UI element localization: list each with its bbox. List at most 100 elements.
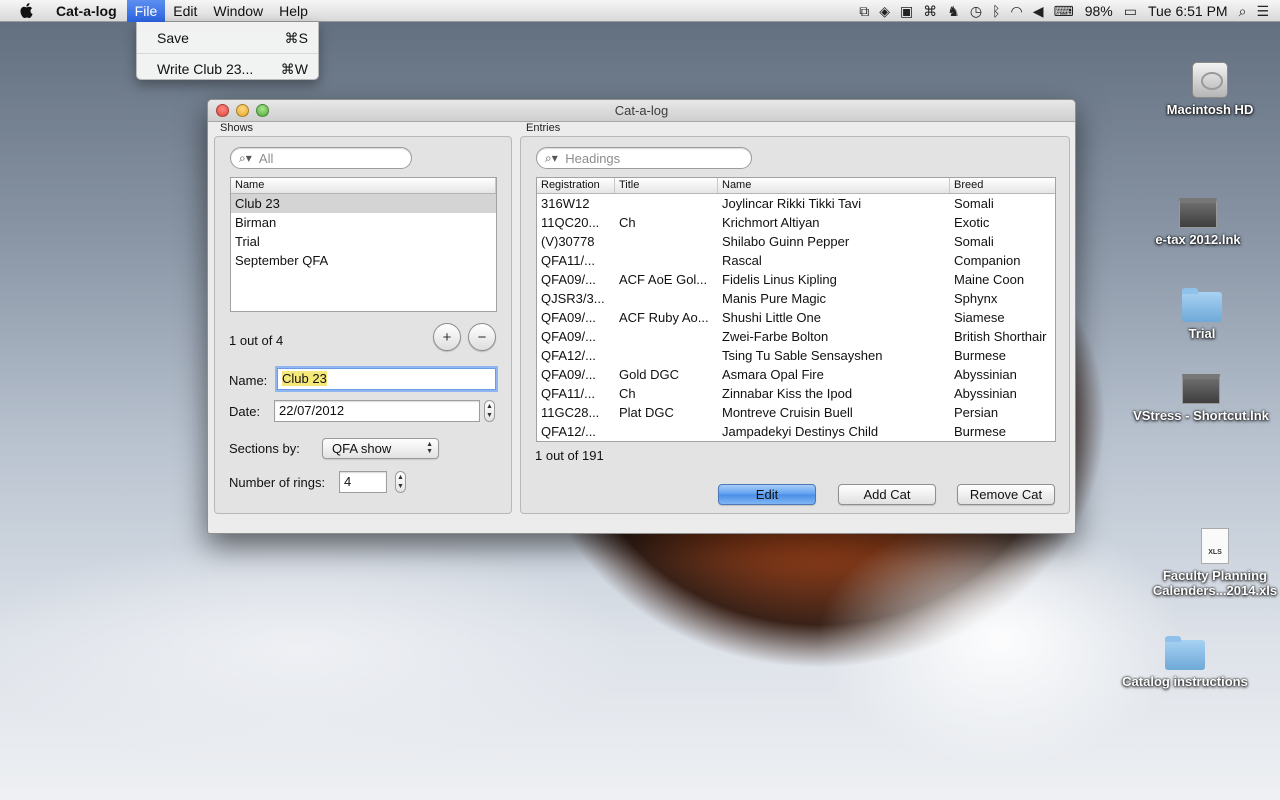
- desktop-icon-etax[interactable]: e-tax 2012.lnk: [1150, 198, 1246, 247]
- date-stepper[interactable]: ▲ ▼: [484, 400, 495, 422]
- breed-cell: Somali: [954, 234, 994, 249]
- title-cell: [615, 289, 718, 308]
- table-row[interactable]: QFA09/... Gold DGC Asmara Opal Fire Abyssin…: [537, 365, 1055, 384]
- screen-share-icon[interactable]: ⧉: [854, 0, 874, 22]
- title-cell: Gold DGC: [619, 367, 679, 382]
- evernote-icon[interactable]: ♞: [942, 0, 965, 22]
- time-machine-icon[interactable]: ◷: [965, 0, 987, 22]
- table-row[interactable]: September QFA: [231, 251, 496, 270]
- apple-menu-icon[interactable]: [12, 0, 42, 22]
- entries-search-field[interactable]: ⌕▾: [536, 147, 752, 169]
- breed-cell: Persian: [954, 405, 999, 420]
- registration-cell: QFA12/...: [541, 424, 596, 439]
- registration-cell: QFA09/...: [541, 367, 596, 382]
- breed-cell: Siamese: [954, 310, 1005, 325]
- rings-label: Number of rings:: [229, 475, 326, 490]
- minimize-window-icon[interactable]: [236, 104, 249, 117]
- entries-table[interactable]: Registration Title Name Breed 316W12 Joyl…: [536, 177, 1056, 442]
- table-row[interactable]: QFA12/... Tsing Tu Sable Sensayshen Burmes…: [537, 346, 1055, 365]
- desktop-icon-catalog-instructions[interactable]: Catalog instructions: [1118, 636, 1252, 689]
- cat-name-cell: Zwei-Farbe Bolton: [722, 329, 829, 344]
- desktop-icon-trial[interactable]: Trial: [1160, 288, 1244, 341]
- menu-item-label: Write Club 23...: [157, 61, 254, 77]
- folder-icon: [1165, 636, 1205, 670]
- entries-table-body: 316W12 Joylincar Rikki Tikki Tavi Somali 11…: [537, 194, 1055, 441]
- menu-item-write-club[interactable]: Write Club 23... ⌘W: [137, 56, 318, 82]
- command-icon[interactable]: ⌘: [918, 0, 942, 22]
- table-row[interactable]: QFA11/... Rascal Companion: [537, 251, 1055, 270]
- menu-edit[interactable]: Edit: [165, 0, 205, 22]
- table-row[interactable]: QFA12/... Jampadekyi Destinys Child Burmes…: [537, 422, 1055, 441]
- table-row[interactable]: QFA09/... ACF Ruby Ao... Shushi Little One…: [537, 308, 1055, 327]
- table-row[interactable]: QFA09/... ACF AoE Gol... Fidelis Linus Kip…: [537, 270, 1055, 289]
- shows-search-input[interactable]: [258, 150, 411, 166]
- briefcase-icon[interactable]: ▣: [895, 0, 918, 22]
- name-label: Name:: [229, 373, 268, 388]
- desktop-icon-macintosh-hd[interactable]: Macintosh HD: [1162, 62, 1258, 117]
- notification-center-icon[interactable]: ☰: [1251, 0, 1274, 22]
- column-header-name[interactable]: Name: [718, 178, 950, 193]
- table-row[interactable]: QFA11/... Ch Zinnabar Kiss the Ipod Abyssin…: [537, 384, 1055, 403]
- table-row[interactable]: Birman: [231, 213, 496, 232]
- entries-search-input[interactable]: [565, 150, 751, 166]
- show-name-cell: September QFA: [235, 253, 329, 268]
- add-cat-button[interactable]: Add Cat: [838, 484, 936, 505]
- table-row[interactable]: 11GC28... Plat DGC Montreve Cruisin Buell P…: [537, 403, 1055, 422]
- battery-icon[interactable]: ▭: [1119, 0, 1142, 22]
- spotlight-search-icon[interactable]: ⌕: [1234, 0, 1252, 22]
- title-cell: [615, 422, 718, 441]
- breed-cell: Burmese: [954, 348, 1007, 363]
- column-header-name[interactable]: Name: [231, 178, 496, 193]
- title-cell: Ch: [619, 215, 636, 230]
- remove-show-button[interactable]: −: [468, 323, 496, 351]
- menu-help[interactable]: Help: [271, 0, 316, 22]
- table-row[interactable]: 11QC20... Ch Krichmort Altiyan Exotic: [537, 213, 1055, 232]
- menu-item-save[interactable]: Save ⌘S: [137, 25, 318, 51]
- shortcut-icon: [1179, 198, 1217, 228]
- column-header-registration[interactable]: Registration: [537, 178, 615, 193]
- menu-window[interactable]: Window: [205, 0, 271, 22]
- desktop-icon-vstress[interactable]: VStress - Shortcut.lnk: [1128, 374, 1274, 423]
- column-header-title[interactable]: Title: [615, 178, 718, 193]
- battery-percent[interactable]: 98%: [1079, 3, 1119, 19]
- bluetooth-icon[interactable]: ᛒ: [987, 0, 1005, 22]
- entries-table-header: Registration Title Name Breed: [537, 178, 1055, 194]
- cat-name-cell: Fidelis Linus Kipling: [722, 272, 837, 287]
- registration-cell: QJSR3/3...: [541, 291, 605, 306]
- window-titlebar[interactable]: Cat-a-log: [208, 100, 1075, 122]
- table-row[interactable]: Trial: [231, 232, 496, 251]
- volume-icon[interactable]: ◀: [1028, 0, 1049, 22]
- breed-cell: British Shorthair: [954, 329, 1047, 344]
- add-show-button[interactable]: +: [433, 323, 461, 351]
- rings-stepper[interactable]: ▲ ▼: [395, 471, 406, 493]
- date-label: Date:: [229, 404, 261, 419]
- show-name-field[interactable]: Club 23: [277, 368, 496, 390]
- zoom-window-icon[interactable]: [256, 104, 269, 117]
- close-window-icon[interactable]: [216, 104, 229, 117]
- cat-name-cell: Zinnabar Kiss the Ipod: [722, 386, 853, 401]
- table-row[interactable]: (V)30778 Shilabo Guinn Pepper Somali: [537, 232, 1055, 251]
- wifi-icon[interactable]: ◠: [1005, 0, 1027, 22]
- dropbox-icon[interactable]: ◈: [874, 0, 895, 22]
- table-row[interactable]: QJSR3/3... Manis Pure Magic Sphynx: [537, 289, 1055, 308]
- popup-arrows-icon: ▲ ▼: [426, 441, 433, 455]
- breed-cell: Burmese: [954, 424, 1007, 439]
- table-row[interactable]: QFA09/... Zwei-Farbe Bolton British Shorth…: [537, 327, 1055, 346]
- column-header-breed[interactable]: Breed: [950, 178, 1055, 193]
- clock[interactable]: Tue 6:51 PM: [1142, 3, 1234, 19]
- desktop-icon-faculty-planning[interactable]: XLS Faculty Planning Calenders...2014.xl…: [1150, 528, 1280, 598]
- menu-file[interactable]: File: [126, 0, 166, 22]
- shows-table[interactable]: Name Club 23 Birman Trial September QFA: [230, 177, 497, 312]
- remove-cat-button[interactable]: Remove Cat: [957, 484, 1055, 505]
- registration-cell: QFA11/...: [541, 386, 595, 401]
- table-row[interactable]: 316W12 Joylincar Rikki Tikki Tavi Somali: [537, 194, 1055, 213]
- shows-search-field[interactable]: ⌕▾: [230, 147, 412, 169]
- sections-by-popup[interactable]: QFA show ▲ ▼: [322, 438, 439, 459]
- rings-field[interactable]: 4: [339, 471, 387, 493]
- table-row[interactable]: Club 23: [231, 194, 496, 213]
- menu-app-name[interactable]: Cat-a-log: [48, 0, 127, 22]
- show-date-field[interactable]: 22/07/2012: [274, 400, 480, 422]
- keyboard-icon[interactable]: ⌨: [1048, 0, 1078, 22]
- edit-button[interactable]: Edit: [718, 484, 816, 505]
- cat-name-cell: Asmara Opal Fire: [722, 367, 824, 382]
